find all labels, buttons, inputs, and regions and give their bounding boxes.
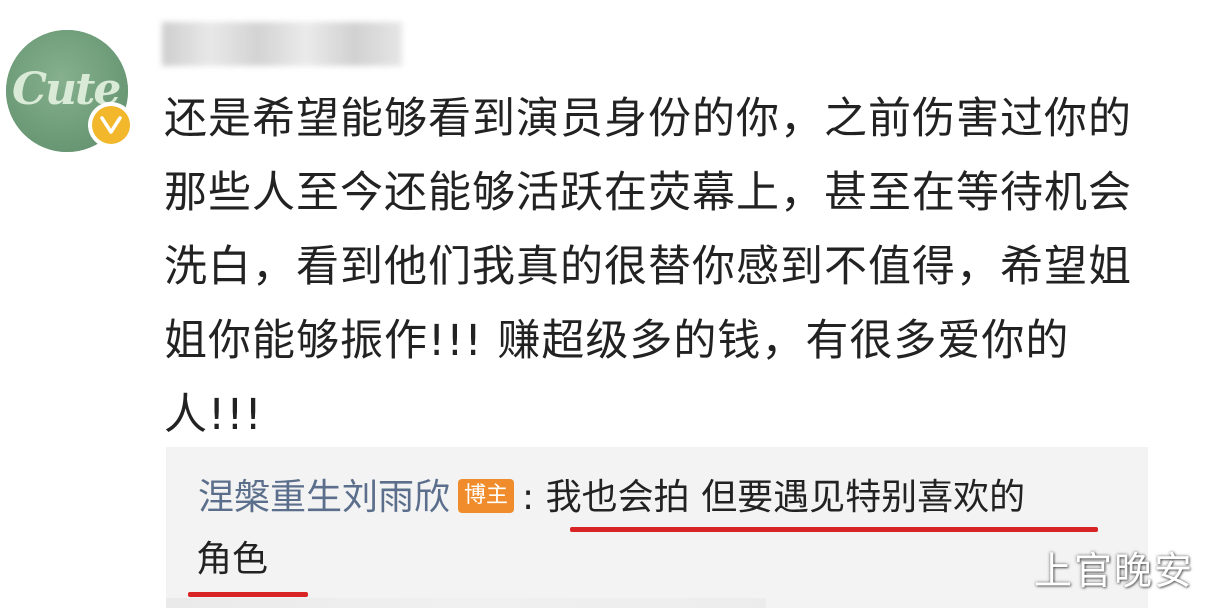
reply-author-link[interactable]: 涅槃重生刘雨欣 (198, 477, 450, 518)
reply-line-1: 涅槃重生刘雨欣 博主: 我也会拍 但要遇见特别喜欢的 (198, 473, 1025, 523)
comment-text: 还是希望能够看到演员身份的你，之前伤害过你的那些人至今还能够活跃在荧幕上，甚至在… (164, 94, 1132, 440)
reply-text-line2: 角色 (196, 539, 269, 580)
reply-box: 涅槃重生刘雨欣 博主: 我也会拍 但要遇见特别喜欢的 角色 (166, 447, 1148, 608)
username-blurred[interactable] (162, 22, 402, 66)
verified-icon (88, 102, 134, 148)
reply-text-line1: 我也会拍 但要遇见特别喜欢的 (545, 477, 1026, 518)
avatar[interactable]: Cute (6, 30, 134, 152)
cropped-next-line (166, 598, 766, 608)
watermark: 上官晚安 (1034, 549, 1195, 593)
red-underline-1 (570, 527, 1098, 532)
red-underline-2 (188, 592, 308, 597)
reply-colon: : (522, 477, 535, 518)
blogger-badge: 博主 (458, 479, 515, 513)
